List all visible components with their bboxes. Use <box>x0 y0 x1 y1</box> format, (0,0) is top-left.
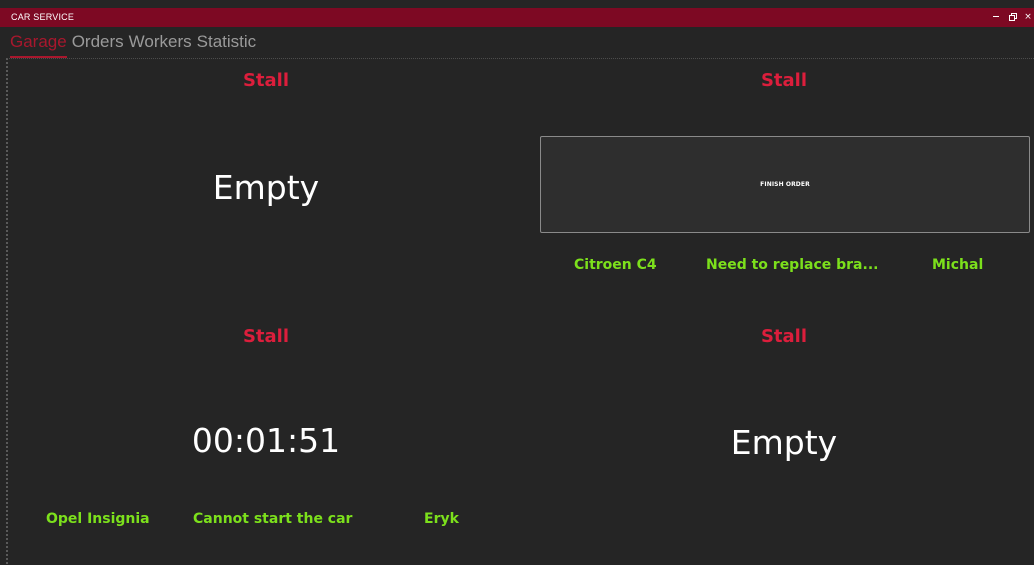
tab-orders[interactable]: Orders <box>72 31 127 56</box>
tab-workers[interactable]: Workers <box>129 31 195 56</box>
window-controls: × <box>986 8 1034 27</box>
close-button[interactable]: × <box>1022 8 1034 27</box>
close-icon: × <box>1024 12 1032 22</box>
garage-panel <box>6 58 1034 565</box>
stall-3-description: Cannot start the car <box>193 511 353 527</box>
window-title: CAR SERVICE <box>11 12 75 22</box>
stall-3-title: Stall <box>242 326 290 347</box>
tab-statistic[interactable]: Statistic <box>197 31 260 56</box>
tab-garage[interactable]: Garage <box>10 31 70 58</box>
stall-3-timer: 00:01:51 <box>191 421 341 460</box>
main-tabs: Garage Orders Workers Statistic <box>10 31 261 58</box>
stall-2-car: Citroen C4 <box>574 257 657 273</box>
stall-1-title: Stall <box>242 70 290 91</box>
minimize-icon <box>993 16 999 17</box>
stall-2-worker: Michal <box>932 257 984 273</box>
app-window: CAR SERVICE × Garage Orders Workers Stat… <box>0 0 1034 565</box>
stall-2-title: Stall <box>760 70 808 91</box>
stall-1-status: Empty <box>212 168 320 207</box>
stall-3-worker: Eryk <box>424 511 459 527</box>
stall-4-title: Stall <box>760 326 808 347</box>
minimize-button[interactable] <box>990 8 1002 27</box>
restore-button[interactable] <box>1006 8 1018 27</box>
stall-3-car: Opel Insignia <box>46 511 150 527</box>
restore-icon <box>1008 13 1017 21</box>
title-bar[interactable]: CAR SERVICE × <box>0 8 1034 27</box>
stall-2-description: Need to replace bra... <box>706 257 879 273</box>
stall-4-status: Empty <box>730 423 838 462</box>
finish-order-button[interactable]: FINISH ORDER <box>540 136 1030 233</box>
